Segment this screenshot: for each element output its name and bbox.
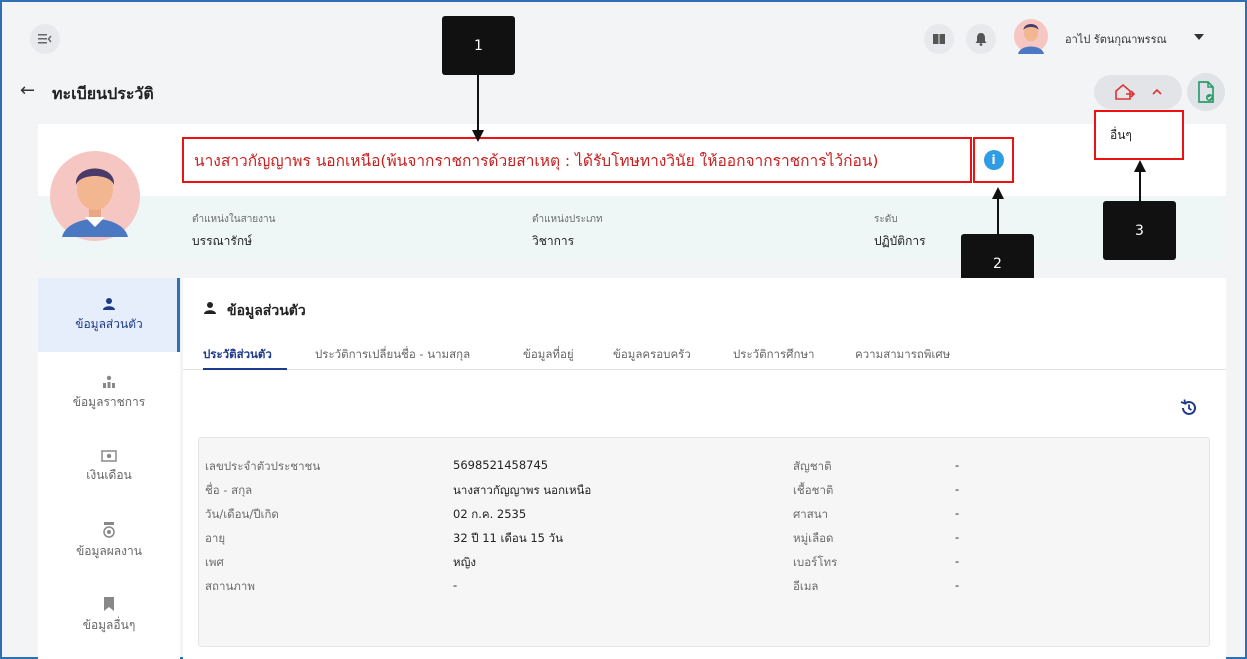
field-value-position-type: วิชาการ xyxy=(532,234,575,248)
callout-3-arrow xyxy=(1139,171,1141,201)
row-value: นางสาวกัญญาพร นอกเหนือ xyxy=(453,483,592,497)
field-value-position-line: บรรณารักษ์ xyxy=(192,234,252,248)
user-name[interactable]: อาไป รัตนกุณาพรรณ xyxy=(1065,30,1167,48)
field-label-position-type: ตำแหน่งประเภท xyxy=(532,214,603,225)
action-dropdown-menu: อื่นๆ xyxy=(1094,110,1184,160)
row-value: - xyxy=(955,578,960,592)
field-label-level: ระดับ xyxy=(874,214,898,225)
tab-education[interactable]: ประวัติการศึกษา xyxy=(733,346,814,364)
field-label-position-line: ตำแหน่งในสายงาน xyxy=(192,214,276,225)
sidebar-item-label: ข้อมูลผลงาน xyxy=(76,543,142,558)
tab-address[interactable]: ข้อมูลที่อยู่ xyxy=(523,346,574,364)
row-label: เลขประจำตัวประชาชน xyxy=(205,459,321,473)
row-value: - xyxy=(955,554,960,568)
history-icon[interactable] xyxy=(1179,398,1199,418)
callout-1-arrow xyxy=(477,75,479,131)
callout-2-arrow-head xyxy=(992,187,1004,199)
row-label: อีเมล xyxy=(793,579,819,593)
back-arrow-icon[interactable]: ← xyxy=(20,80,35,101)
row-value: หญิง xyxy=(453,555,476,569)
menu-collapse-icon xyxy=(38,34,52,44)
sidebar-item-label: ข้อมูลอื่นๆ xyxy=(82,617,136,632)
callout-3: 3 xyxy=(1103,201,1176,260)
sidebar-item-other[interactable]: ข้อมูลอื่นๆ xyxy=(38,578,180,652)
sidebar-item-salary[interactable]: เงินเดือน xyxy=(38,430,180,504)
info-icon[interactable]: i xyxy=(983,150,1004,170)
menu-collapse-button[interactable] xyxy=(30,24,60,54)
chevron-up-icon xyxy=(1152,88,1162,95)
row-value: - xyxy=(453,578,458,592)
callout-1: 1 xyxy=(442,16,515,75)
sidebar-item-performance[interactable]: ข้อมูลผลงาน xyxy=(38,504,180,578)
employee-name-status: นางสาวกัญญาพร นอกเหนือ(พ้นจากราชการด้วยส… xyxy=(182,137,972,183)
sidebar-item-personal[interactable]: ข้อมูลส่วนตัว xyxy=(38,278,180,352)
row-label: เบอร์โทร xyxy=(793,555,838,569)
sidebar-item-government[interactable]: ข้อมูลราชการ xyxy=(38,356,180,430)
row-value: - xyxy=(955,506,960,520)
page-title: ทะเบียนประวัติ xyxy=(52,84,154,103)
sidebar: ข้อมูลส่วนตัว ข้อมูลราชการ เงินเดือน ข้อ… xyxy=(38,278,180,659)
main-panel: ข้อมูลส่วนตัว ประวัติส่วนตัว ประวัติการเ… xyxy=(183,278,1226,659)
tab-personal-history[interactable]: ประวัติส่วนตัว xyxy=(203,346,272,364)
callout-1-arrow-head xyxy=(472,130,484,142)
dropdown-item-other[interactable]: อื่นๆ xyxy=(1110,126,1132,145)
row-label: หมู่เลือด xyxy=(793,531,834,545)
row-label: สถานภาพ xyxy=(205,579,255,593)
bell-icon xyxy=(975,33,987,46)
row-value: 32 ปี 11 เดือน 15 วัน xyxy=(453,531,563,545)
person-icon xyxy=(103,297,115,310)
personal-info-table: เลขประจำตัวประชาชน 5698521458745 ชื่อ - … xyxy=(198,437,1210,647)
sidebar-item-label: ข้อมูลส่วนตัว xyxy=(75,316,143,331)
sidebar-item-label: เงินเดือน xyxy=(86,467,132,482)
tab-bar: ประวัติส่วนตัว ประวัติการเปลี่ยนชื่อ - น… xyxy=(183,336,1226,370)
bookmark-icon xyxy=(104,596,114,611)
app-window: อาไป รัตนกุณาพรรณ ← ทะเบียนประวัติ นางสา… xyxy=(0,0,1247,659)
notification-button[interactable] xyxy=(966,24,996,54)
row-label: ศาสนา xyxy=(793,507,829,521)
profile-card: นางสาวกัญญาพร นอกเหนือ(พ้นจากราชการด้วยส… xyxy=(38,124,1226,260)
section-title: ข้อมูลส่วนตัว xyxy=(227,303,306,319)
active-tab-indicator xyxy=(203,368,287,370)
row-value: - xyxy=(955,482,960,496)
tab-name-change-history[interactable]: ประวัติการเปลี่ยนชื่อ - นามสกุล xyxy=(315,346,470,364)
row-value: - xyxy=(955,530,960,544)
row-label: เชื้อชาติ xyxy=(793,483,834,497)
user-avatar[interactable] xyxy=(1014,16,1048,56)
tab-special-skills[interactable]: ความสามารถพิเศษ xyxy=(855,346,950,364)
medal-icon xyxy=(103,521,115,538)
manual-button[interactable] xyxy=(924,24,954,54)
row-label: เพศ xyxy=(205,555,224,569)
action-menu-button[interactable] xyxy=(1094,75,1182,109)
book-icon xyxy=(933,34,945,44)
row-value: 02 ก.ค. 2535 xyxy=(453,507,527,521)
sidebar-item-label: ข้อมูลราชการ xyxy=(72,394,146,409)
row-value: 5698521458745 xyxy=(453,458,549,472)
document-check-icon xyxy=(1198,81,1214,103)
callout-3-arrow-head xyxy=(1134,160,1146,172)
tab-family[interactable]: ข้อมูลครอบครัว xyxy=(613,346,691,364)
row-label: สัญชาติ xyxy=(793,459,832,473)
callout-2-arrow xyxy=(997,198,999,234)
org-icon xyxy=(103,375,115,388)
status-info-box[interactable]: i xyxy=(973,137,1014,183)
exit-home-icon xyxy=(1115,83,1136,100)
row-value: - xyxy=(955,458,960,472)
row-label: วัน/เดือน/ปีเกิด xyxy=(205,507,279,521)
field-value-level: ปฏิบัติการ xyxy=(874,234,926,248)
money-icon xyxy=(101,449,117,462)
row-label: อายุ xyxy=(205,531,226,545)
export-document-button[interactable] xyxy=(1187,73,1225,111)
row-label: ชื่อ - สกุล xyxy=(205,483,253,497)
profile-avatar xyxy=(50,151,140,241)
person-icon xyxy=(204,302,216,314)
chevron-down-icon[interactable] xyxy=(1194,34,1204,40)
